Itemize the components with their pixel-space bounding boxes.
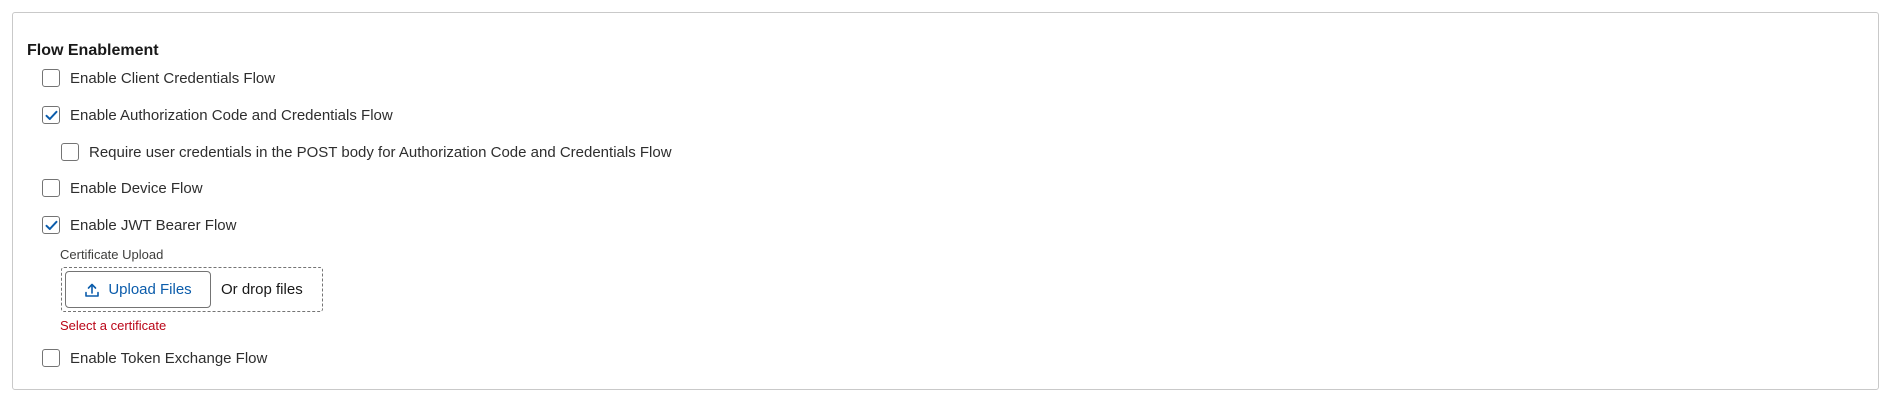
drop-files-label: Or drop files <box>221 281 303 298</box>
upload-files-label: Upload Files <box>108 281 192 298</box>
jwt-bearer-option[interactable]: Enable JWT Bearer Flow <box>42 216 236 234</box>
require-post-body-option[interactable]: Require user credentials in the POST bod… <box>61 143 672 161</box>
upload-icon <box>85 283 100 297</box>
token-exchange-option[interactable]: Enable Token Exchange Flow <box>42 349 267 367</box>
device-flow-option[interactable]: Enable Device Flow <box>42 179 203 197</box>
certificate-upload-caption: Certificate Upload <box>60 247 164 262</box>
checkmark-icon <box>45 110 57 120</box>
require-post-body-checkbox[interactable] <box>61 143 79 161</box>
auth-code-credentials-option[interactable]: Enable Authorization Code and Credential… <box>42 106 393 124</box>
token-exchange-checkbox[interactable] <box>42 349 60 367</box>
client-credentials-checkbox[interactable] <box>42 69 60 87</box>
checkmark-icon <box>45 220 57 230</box>
client-credentials-label: Enable Client Credentials Flow <box>70 69 276 87</box>
section-title: Flow Enablement <box>27 42 159 59</box>
upload-files-button[interactable]: Upload Files <box>65 271 211 308</box>
auth-code-credentials-label: Enable Authorization Code and Credential… <box>70 106 393 124</box>
device-flow-label: Enable Device Flow <box>70 179 203 197</box>
certificate-error-message: Select a certificate <box>60 318 167 333</box>
require-post-body-label: Require user credentials in the POST bod… <box>89 143 672 161</box>
device-flow-checkbox[interactable] <box>42 179 60 197</box>
client-credentials-option[interactable]: Enable Client Credentials Flow <box>42 69 275 87</box>
auth-code-credentials-checkbox[interactable] <box>42 106 60 124</box>
flow-enablement-panel <box>12 12 1879 390</box>
certificate-drop-zone[interactable]: Upload Files Or drop files <box>61 267 323 312</box>
jwt-bearer-checkbox[interactable] <box>42 216 60 234</box>
jwt-bearer-label: Enable JWT Bearer Flow <box>70 216 237 234</box>
token-exchange-label: Enable Token Exchange Flow <box>70 349 268 367</box>
